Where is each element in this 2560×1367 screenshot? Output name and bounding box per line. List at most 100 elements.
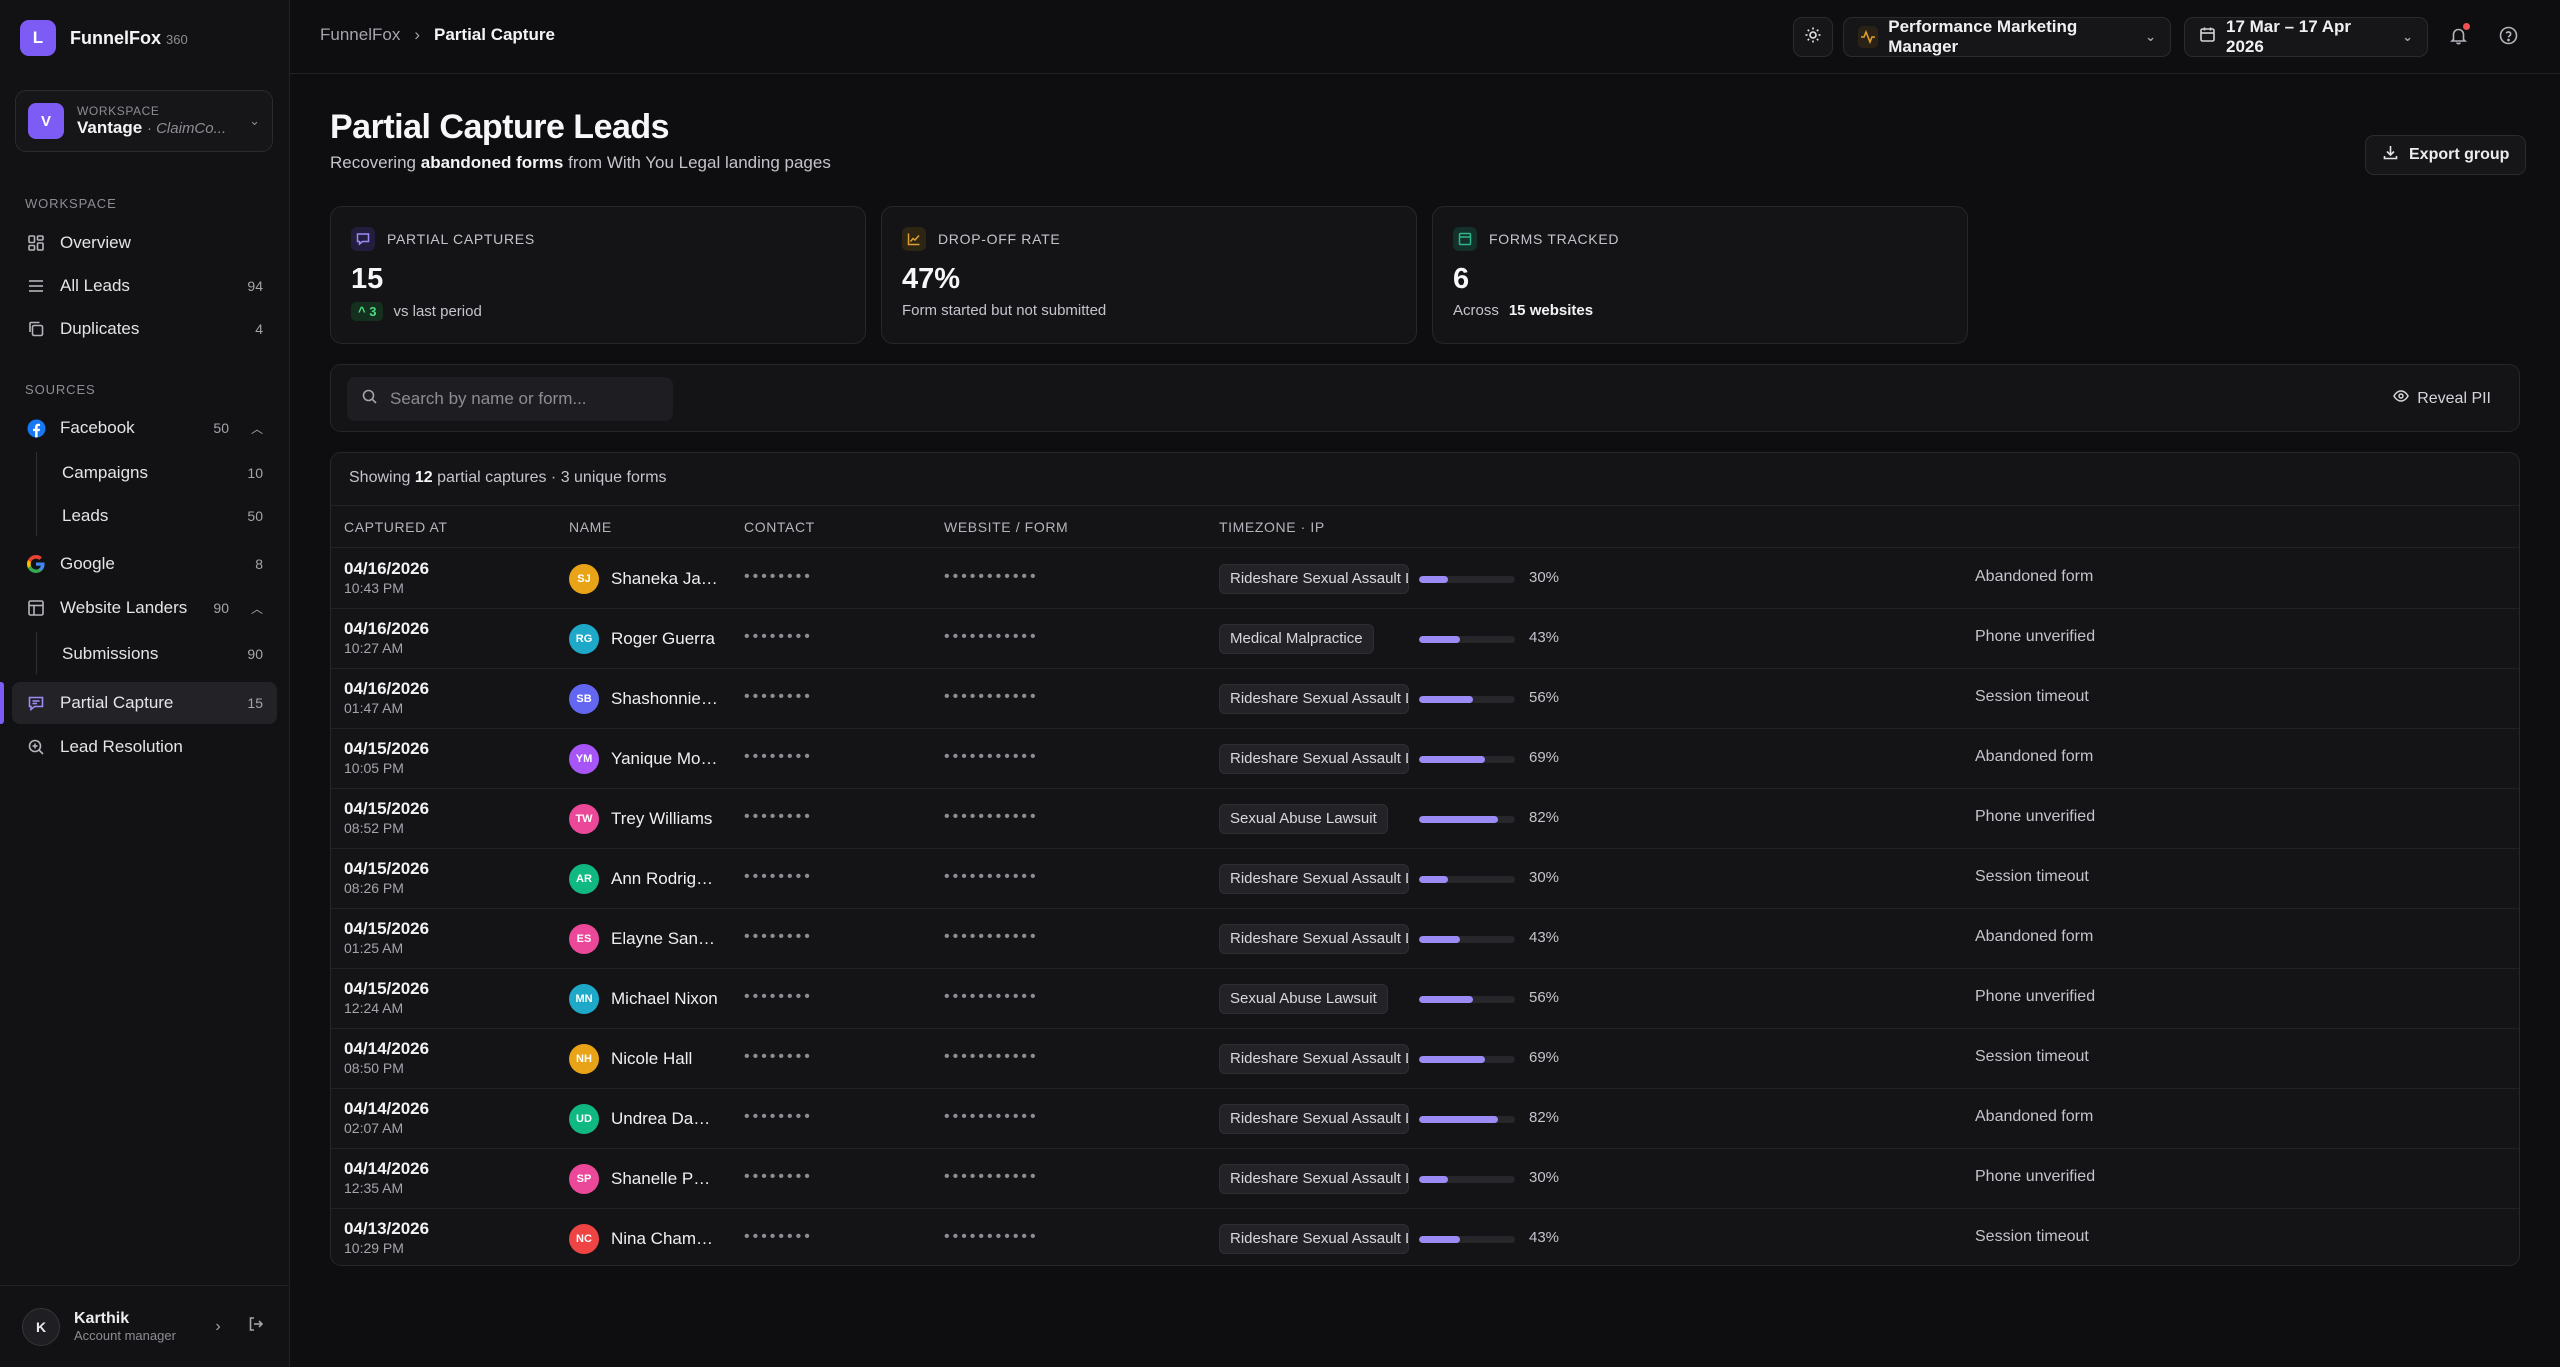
sidebar-item-google[interactable]: Google 8 [12,543,277,585]
breadcrumb: FunnelFox › Partial Capture [320,25,555,45]
name-cell: MN Michael Nixon [569,984,724,1014]
sidebar-item-submissions[interactable]: Submissions 90 [48,633,277,675]
sidebar-item-label: Duplicates [60,319,140,338]
table-row[interactable]: 04/16/2026 10:43 PM SJ Shaneka Jac... ••••••… [331,549,2519,609]
chevron-up-icon[interactable]: ︿ [251,600,263,617]
nav-section-workspace: WORKSPACE [25,196,117,211]
avatar: SB [569,684,599,714]
zoom-icon [26,737,46,757]
table-row[interactable]: 04/14/2026 02:07 AM UD Undrea Dancy ••••••••… [331,1089,2519,1149]
date-text: 04/16/2026 [344,619,430,638]
progress-percent: 82% [1529,809,1560,826]
table-row[interactable]: 04/15/2026 08:26 PM AR Ann Rodrigu... ••••••… [331,849,2519,909]
website-masked: ••••••••••• [944,628,1039,645]
logout-icon[interactable] [244,1315,268,1338]
table-row[interactable]: 04/15/2026 10:05 PM YM Yanique Morr... •••••… [331,729,2519,789]
sidebar-item-label: Overview [60,233,131,252]
help-icon[interactable] [2499,26,2518,50]
progress-percent: 43% [1529,929,1560,946]
date-text: 04/15/2026 [344,979,430,998]
contact-masked: •••••••• [744,1168,813,1185]
chevron-right-icon[interactable]: › [206,1318,230,1336]
brand[interactable]: L FunnelFox 360 [20,20,188,56]
caption-count: 12 [414,469,433,486]
avatar: SP [569,1164,599,1194]
progress-fill [1419,1236,1461,1243]
lead-name: Shaneka Jac... [611,569,719,588]
contact-masked: •••••••• [744,748,813,765]
progress-bar [1419,576,1515,583]
user-role: Account manager [74,1328,176,1343]
table-row[interactable]: 04/16/2026 10:27 AM RG Roger Guerra ••••••••… [331,609,2519,669]
time-text: 08:52 PM [344,820,404,836]
name-cell: SB Shashonnie ... [569,684,724,714]
sidebar-item-label: Submissions [62,644,159,663]
search-box[interactable] [347,377,673,421]
contact-masked: •••••••• [744,628,813,645]
workspace-switcher[interactable]: V WORKSPACE Vantage · ClaimCo... ⌄ [15,90,273,152]
sidebar-item-website-landers[interactable]: Website Landers 90 ︿ [12,587,277,629]
column-header[interactable]: TIMEZONE · IP [1219,519,1325,535]
progress-percent: 30% [1529,869,1560,886]
eye-icon [2393,388,2410,409]
workspace-label: WORKSPACE [77,104,160,118]
time-text: 12:24 AM [344,1000,404,1016]
reveal-pii-button[interactable]: Reveal PII [2393,388,2491,409]
sidebar-item-partial-capture[interactable]: Partial Capture 15 [12,682,277,724]
avatar: TW [569,804,599,834]
role-selector[interactable]: Performance Marketing Manager ⌄ [1843,17,2171,57]
page-title: Partial Capture Leads [330,108,670,146]
sidebar-item-facebook[interactable]: Facebook 50 ︿ [12,407,277,449]
chevron-up-icon[interactable]: ︿ [251,420,263,437]
date-text: 04/14/2026 [344,1159,430,1178]
sidebar-item-duplicates[interactable]: Duplicates 4 [12,308,277,350]
sidebar-item-count: 10 [247,465,263,481]
table-row[interactable]: 04/16/2026 01:47 AM SB Shashonnie ... ••••••… [331,669,2519,729]
column-header[interactable]: NAME [569,519,612,535]
progress-fill [1419,816,1498,823]
progress-percent: 43% [1529,629,1560,646]
sidebar-item-overview[interactable]: Overview [12,222,277,264]
lead-name: Nicole Hall [611,1049,693,1068]
progress-fill [1419,756,1486,763]
time-text: 08:26 PM [344,880,404,896]
date-range-picker[interactable]: 17 Mar – 17 Apr 2026 ⌄ [2184,17,2428,57]
kpi-card-forms-tracked: FORMS TRACKED 6 Across 15 websites [1432,206,1968,344]
website-masked: ••••••••••• [944,748,1039,765]
table-row[interactable]: 04/15/2026 08:52 PM TW Trey Williams •••••••… [331,789,2519,849]
date-text: 04/14/2026 [344,1039,430,1058]
table-row[interactable]: 04/14/2026 08:50 PM NH Nicole Hall •••••••• •… [331,1029,2519,1089]
table-row[interactable]: 04/15/2026 01:25 AM ES Elayne Santos •••••••… [331,909,2519,969]
lead-name: Trey Williams [611,809,713,828]
chart-icon [902,227,926,251]
lead-name: Elayne Santos [611,929,719,948]
captured-date: 04/14/2026 12:35 AM [344,1159,429,1197]
avatar[interactable]: K [22,1307,60,1346]
column-header[interactable]: CAPTURED AT [344,519,448,535]
search-input[interactable] [390,389,659,409]
breadcrumb-root[interactable]: FunnelFox [320,25,400,45]
lead-name: Nina Chamb... [611,1229,719,1248]
sidebar-item-label: Leads [62,506,109,525]
sidebar-item-lead-resolution[interactable]: Lead Resolution [12,726,277,768]
table-row[interactable]: 04/13/2026 10:29 PM NC Nina Chamb... •••••••… [331,1209,2519,1265]
subtitle-prefix: Recovering [330,153,416,172]
captured-date: 04/15/2026 08:52 PM [344,799,429,837]
export-group-button[interactable]: Export group [2365,135,2527,175]
reveal-pii-label: Reveal PII [2417,389,2491,407]
theme-toggle-button[interactable] [1793,17,1833,57]
progress-fill [1419,576,1448,583]
avatar: ES [569,924,599,954]
sidebar-item-leads[interactable]: Leads 50 [48,495,277,537]
form-tag: Rideshare Sexual Assault L [1219,684,1409,714]
table-row[interactable]: 04/14/2026 12:35 AM SP Shanelle Patt... ••••… [331,1149,2519,1209]
column-header[interactable]: CONTACT [744,519,815,535]
form-tag: Sexual Abuse Lawsuit [1219,804,1388,834]
sidebar-item-all-leads[interactable]: All Leads 94 [12,265,277,307]
captured-date: 04/15/2026 10:05 PM [344,739,429,777]
user-name: Karthik [74,1310,130,1327]
table-row[interactable]: 04/15/2026 12:24 AM MN Michael Nixon •••••••… [331,969,2519,1029]
drop-off-reason: Abandoned form [1975,568,2094,585]
sidebar-item-campaigns[interactable]: Campaigns 10 [48,452,277,494]
column-header[interactable]: WEBSITE / FORM [944,519,1068,535]
